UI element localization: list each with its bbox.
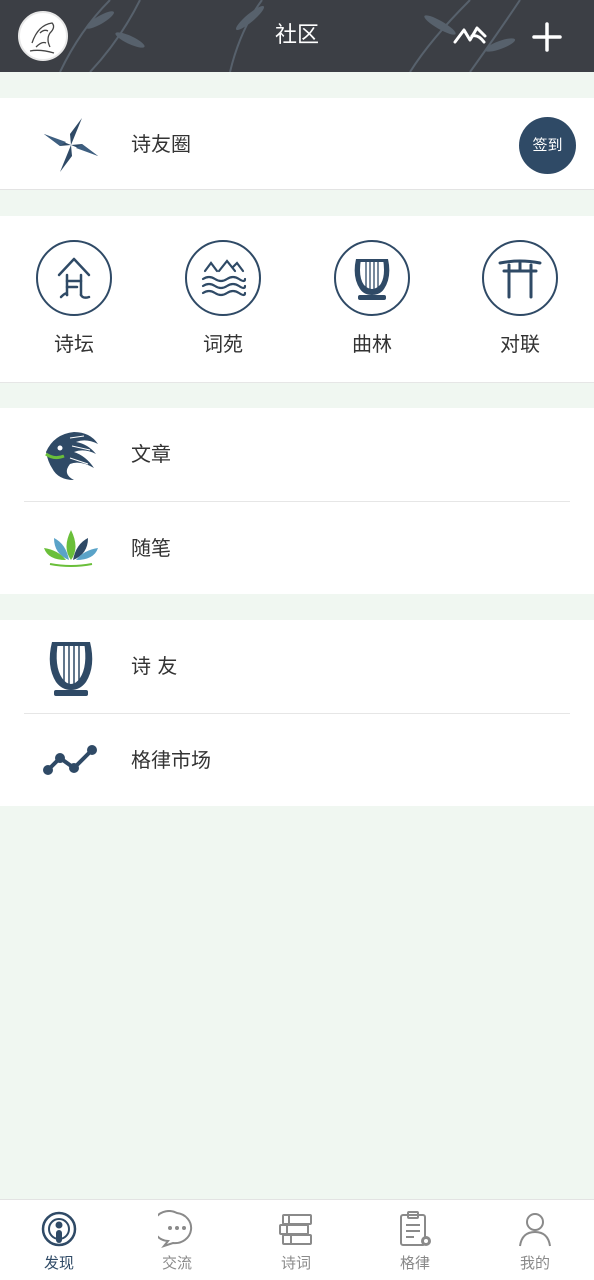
category-circle: [185, 240, 261, 316]
article-label: 随笔: [131, 536, 171, 560]
trend-icon[interactable]: [452, 20, 488, 50]
moments-section: 诗友圈: [0, 98, 594, 190]
nav-label: 格律: [399, 1254, 430, 1272]
lyre-icon: [354, 259, 390, 300]
category-label: 曲林: [352, 332, 392, 356]
lyre-icon: [49, 642, 93, 696]
nav-label: 诗词: [280, 1254, 311, 1272]
signin-button[interactable]: 签到: [519, 117, 576, 174]
nav-meter[interactable]: 格律: [356, 1210, 474, 1274]
category-couplet[interactable]: 对联: [482, 240, 558, 358]
discover-icon: [41, 1211, 77, 1247]
articles-section: 文章 随笔: [0, 408, 594, 594]
category-circle: [482, 240, 558, 316]
lotus-icon: [44, 530, 98, 567]
article-row[interactable]: 随笔: [0, 502, 594, 594]
nav-profile[interactable]: 我的: [476, 1210, 594, 1274]
moments-row[interactable]: 诗友圈: [0, 98, 594, 190]
category-qu[interactable]: 曲林: [334, 240, 410, 358]
pinwheel-icon: [44, 118, 98, 172]
category-circle: [36, 240, 112, 316]
clipboard-settings-icon: [400, 1211, 431, 1246]
category-circle: [334, 240, 410, 316]
category-ci[interactable]: 词苑: [185, 240, 261, 358]
category-poem[interactable]: 诗坛: [36, 240, 112, 358]
article-label: 文章: [131, 442, 171, 466]
poem-altar-icon: [57, 257, 91, 299]
mountain-waves-icon: [201, 259, 247, 297]
moments-label: 诗友圈: [131, 132, 191, 156]
nav-chat[interactable]: 交流: [118, 1210, 236, 1274]
category-label: 词苑: [203, 332, 243, 356]
user-icon: [519, 1213, 551, 1247]
chat-bubble-icon: [158, 1210, 193, 1248]
nav-label: 交流: [161, 1254, 192, 1272]
article-row[interactable]: 文章: [0, 408, 594, 500]
community-label: 格律市场: [131, 748, 211, 772]
nav-poems[interactable]: 诗词: [237, 1210, 355, 1274]
community-section: 诗 友 格律市场: [0, 620, 594, 806]
category-label: 对联: [500, 332, 540, 356]
nav-discover[interactable]: 发现: [0, 1210, 118, 1274]
add-icon[interactable]: [530, 20, 564, 54]
category-label: 诗坛: [54, 332, 94, 356]
bottom-nav: 发现 交流 诗词 格律 我的: [0, 1199, 594, 1280]
nav-label: 发现: [43, 1254, 74, 1272]
community-row[interactable]: 诗 友: [0, 620, 594, 712]
dragon-icon: [45, 432, 98, 480]
books-icon: [279, 1214, 312, 1245]
page-title: 社区: [274, 23, 319, 48]
trend-line-icon: [43, 745, 97, 775]
community-label: 诗 友: [131, 654, 178, 678]
nav-label: 我的: [519, 1254, 550, 1272]
top-bar: 社区: [0, 0, 594, 72]
community-row[interactable]: 格律市场: [0, 714, 594, 806]
torii-gate-icon: [498, 259, 542, 299]
